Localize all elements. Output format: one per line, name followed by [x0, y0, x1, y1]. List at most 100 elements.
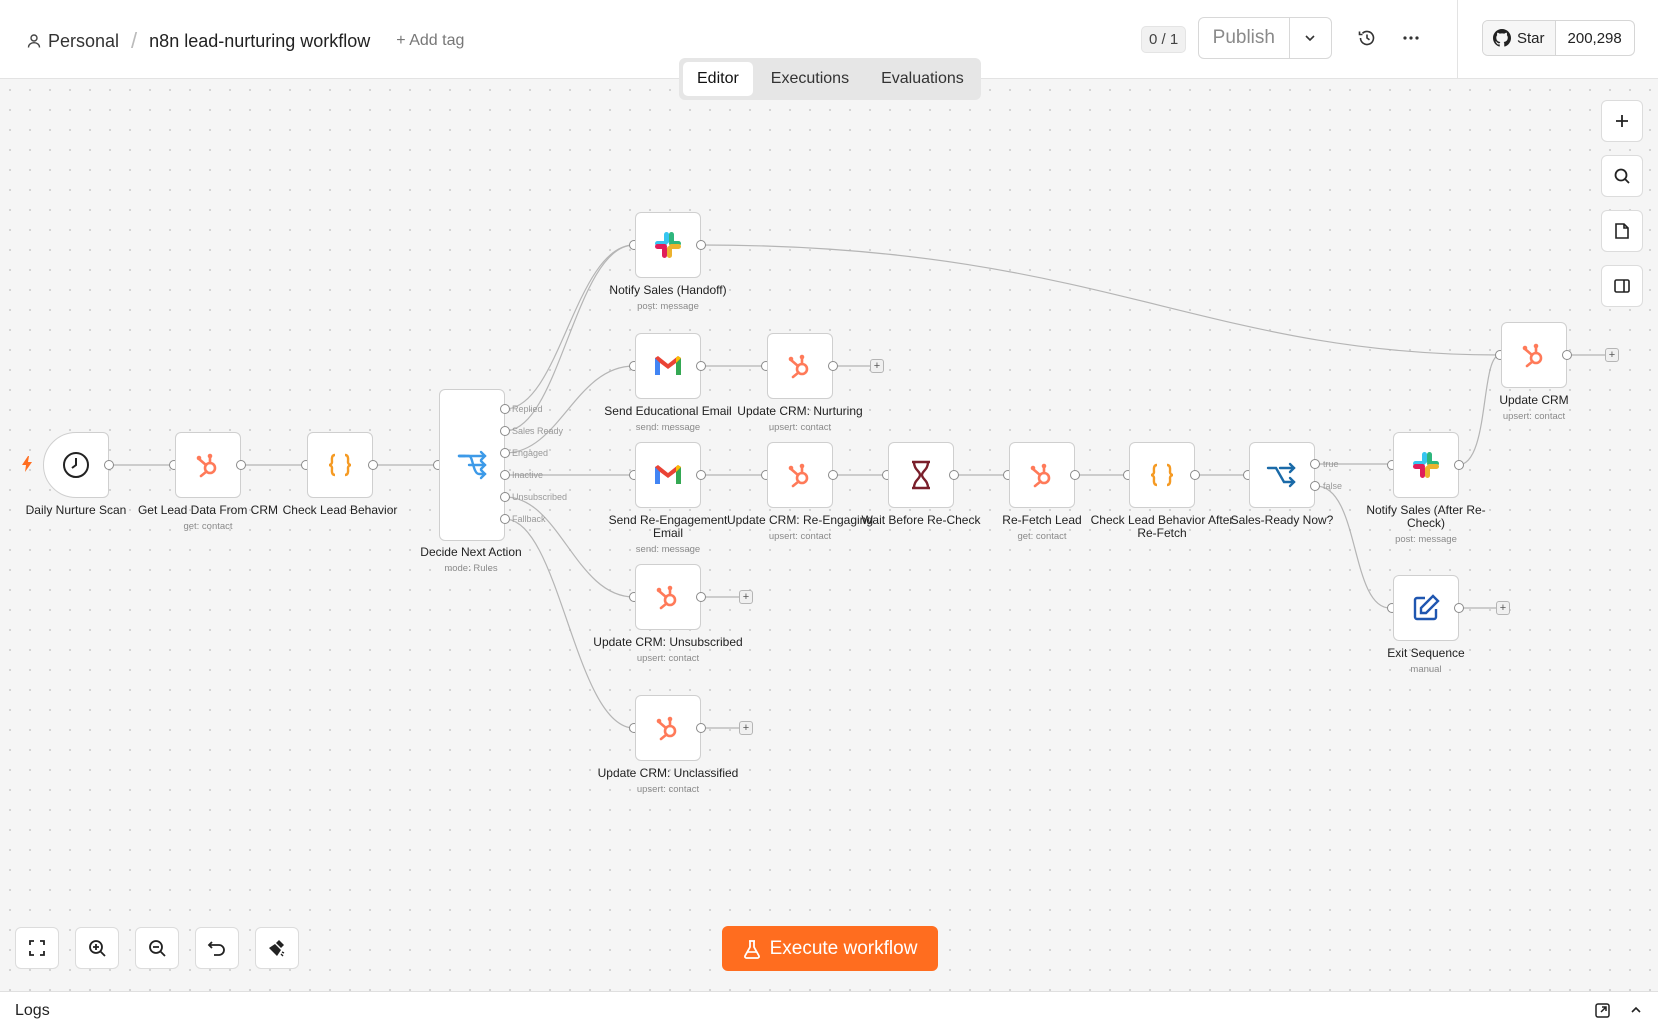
output-handle[interactable] — [1190, 470, 1200, 480]
sticky-note-icon — [1615, 223, 1629, 239]
gmail-icon — [655, 356, 681, 375]
node-check-after-refetch[interactable] — [1129, 442, 1195, 508]
zoom-in-icon — [89, 940, 106, 957]
node-get-lead-data[interactable] — [175, 432, 241, 498]
version-counter: 0 / 1 — [1141, 26, 1187, 53]
output-handle[interactable] — [696, 361, 706, 371]
output-handle[interactable] — [1454, 603, 1464, 613]
node-check-lead-behavior[interactable] — [307, 432, 373, 498]
add-tag-button[interactable]: + Add tag — [396, 32, 464, 50]
logs-panel-bar[interactable]: Logs — [0, 991, 1658, 1027]
github-star-button[interactable]: Star — [1483, 21, 1556, 55]
publish-button[interactable]: Publish — [1199, 18, 1290, 58]
node-label: Exit Sequence manual — [1387, 646, 1465, 676]
node-label: Update CRM: Nurturing upsert: contact — [737, 404, 863, 434]
toggle-panel-button[interactable] — [1601, 265, 1643, 307]
zoom-in-button[interactable] — [75, 927, 119, 969]
flask-icon — [743, 939, 760, 959]
node-label: Get Lead Data From CRM get: contact — [137, 503, 279, 533]
github-star-widget[interactable]: Star 200,298 — [1482, 20, 1635, 56]
output-handle[interactable] — [828, 470, 838, 480]
node-update-crm[interactable] — [1501, 322, 1567, 388]
chevron-up-icon[interactable] — [1629, 1003, 1643, 1017]
output-handle-inactive[interactable] — [500, 470, 510, 480]
output-handle[interactable] — [696, 723, 706, 733]
fit-view-button[interactable] — [15, 927, 59, 969]
output-label: Unsubscribed — [512, 492, 568, 502]
trigger-bolt-icon — [22, 456, 32, 472]
output-handle[interactable] — [696, 470, 706, 480]
output-handle[interactable] — [1070, 470, 1080, 480]
more-options-button[interactable] — [1397, 24, 1425, 52]
node-label: Check Lead Behavior — [282, 503, 398, 517]
undo-button[interactable] — [195, 927, 239, 969]
tidy-up-button[interactable] — [255, 927, 299, 969]
node-send-reengagement-email[interactable] — [635, 442, 701, 508]
github-icon — [1493, 29, 1511, 47]
output-handle-unsubscribed[interactable] — [500, 492, 510, 502]
tab-evaluations[interactable]: Evaluations — [867, 62, 978, 96]
project-link[interactable]: Personal — [48, 31, 119, 52]
add-node-button[interactable]: + — [739, 721, 753, 735]
output-label: true — [1323, 459, 1339, 469]
node-notify-sales-after-recheck[interactable] — [1393, 432, 1459, 498]
output-handle[interactable] — [828, 361, 838, 371]
workflow-canvas[interactable]: Daily Nurture Scan Get Lead Data From CR… — [0, 80, 1658, 991]
node-label: Send Educational Email send: message — [604, 404, 732, 434]
node-daily-nurture-scan[interactable] — [43, 432, 109, 498]
tab-editor[interactable]: Editor — [683, 62, 753, 96]
sticky-note-button[interactable] — [1601, 210, 1643, 252]
publish-group: Publish — [1198, 17, 1332, 59]
output-handle[interactable] — [1454, 460, 1464, 470]
node-update-crm-unsubscribed[interactable] — [635, 564, 701, 630]
tab-executions[interactable]: Executions — [757, 62, 863, 96]
execute-workflow-button[interactable]: Execute workflow — [722, 926, 938, 971]
output-label: Inactive — [512, 470, 544, 480]
output-handle[interactable] — [104, 460, 114, 470]
hubspot-icon — [656, 585, 677, 610]
node-label: Sales-Ready Now? — [1230, 513, 1334, 527]
node-sales-ready-now[interactable] — [1249, 442, 1315, 508]
node-label: Daily Nurture Scan — [25, 503, 127, 517]
output-handle-replied[interactable] — [500, 404, 510, 414]
breadcrumb-separator: / — [131, 28, 138, 53]
add-node-button[interactable]: + — [1605, 348, 1619, 362]
output-handle-fallback[interactable] — [500, 514, 510, 524]
hubspot-icon — [1030, 463, 1051, 488]
node-update-crm-reengaging[interactable] — [767, 442, 833, 508]
node-send-educational-email[interactable] — [635, 333, 701, 399]
node-update-crm-nurturing[interactable] — [767, 333, 833, 399]
add-node-button[interactable]: + — [739, 590, 753, 604]
node-update-crm-unclassified[interactable] — [635, 695, 701, 761]
output-handle[interactable] — [236, 460, 246, 470]
search-nodes-button[interactable] — [1601, 155, 1643, 197]
node-decide-next-action[interactable] — [439, 389, 505, 541]
node-wait-before-recheck[interactable] — [888, 442, 954, 508]
fullscreen-icon — [29, 940, 45, 956]
workflow-name[interactable]: n8n lead-nurturing workflow — [149, 31, 370, 52]
zoom-out-button[interactable] — [135, 927, 179, 969]
output-handle-false[interactable] — [1310, 481, 1320, 491]
output-handle[interactable] — [368, 460, 378, 470]
output-handle-engaged[interactable] — [500, 448, 510, 458]
history-button[interactable] — [1353, 24, 1381, 52]
publish-dropdown-button[interactable] — [1290, 18, 1331, 58]
hubspot-icon — [1522, 343, 1543, 368]
hubspot-icon — [196, 453, 217, 478]
output-label: Fallback — [512, 514, 546, 524]
output-handle[interactable] — [1562, 350, 1572, 360]
chevron-down-icon — [1305, 35, 1315, 42]
add-node-button[interactable]: + — [1496, 601, 1510, 615]
view-tabs: Editor Executions Evaluations — [679, 58, 981, 100]
node-notify-sales-handoff[interactable] — [635, 212, 701, 278]
output-handle-true[interactable] — [1310, 459, 1320, 469]
output-handle-sales-ready[interactable] — [500, 426, 510, 436]
output-handle[interactable] — [696, 592, 706, 602]
node-exit-sequence[interactable] — [1393, 575, 1459, 641]
node-refetch-lead[interactable] — [1009, 442, 1075, 508]
add-node-panel-button[interactable] — [1601, 100, 1643, 142]
output-handle[interactable] — [949, 470, 959, 480]
pop-out-icon[interactable] — [1594, 1002, 1611, 1019]
output-handle[interactable] — [696, 240, 706, 250]
add-node-button[interactable]: + — [870, 359, 884, 373]
